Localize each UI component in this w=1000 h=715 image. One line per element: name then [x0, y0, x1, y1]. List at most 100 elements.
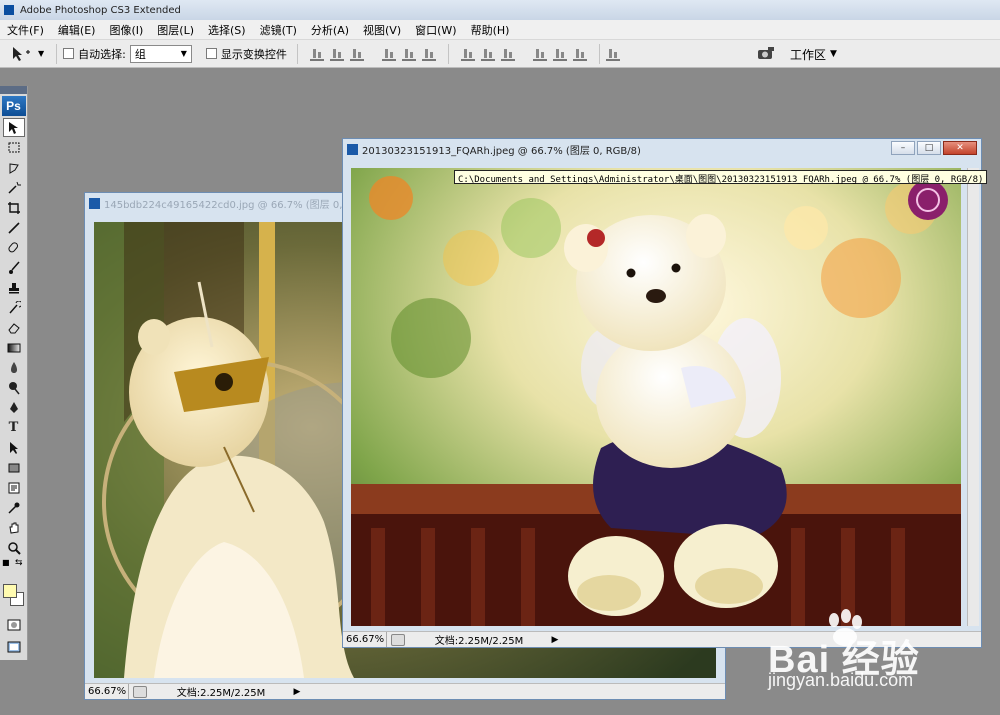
- eyedropper-tool[interactable]: [3, 498, 25, 517]
- zoom-level[interactable]: 66.67%: [343, 632, 387, 647]
- lasso-icon: [9, 162, 19, 174]
- chevron-down-icon: ▼: [180, 49, 187, 58]
- menu-analysis[interactable]: 分析(A): [304, 22, 356, 38]
- options-bar: ▼ 自动选择: 组 ▼ 显示变换控件 工作区 ▼: [0, 40, 1000, 68]
- show-transform-checkbox[interactable]: [205, 48, 217, 59]
- distribute-left-icon[interactable]: [532, 47, 547, 61]
- history-brush-tool[interactable]: [3, 298, 25, 317]
- gradient-tool[interactable]: [3, 338, 25, 357]
- eyedropper-icon: [7, 502, 19, 514]
- options-separator: [598, 43, 600, 64]
- workspace-button[interactable]: 工作区 ▼: [790, 43, 837, 65]
- distribute-bottom-icon[interactable]: [500, 47, 515, 61]
- foreground-color-swatch[interactable]: [3, 584, 17, 598]
- vertical-scrollbar[interactable]: [967, 168, 979, 626]
- align-left-icon[interactable]: [381, 47, 396, 61]
- eraser-icon: [7, 322, 20, 333]
- auto-select-checkbox[interactable]: [63, 48, 75, 59]
- menu-filter[interactable]: 滤镜(T): [253, 22, 304, 38]
- align-bottom-icon[interactable]: [349, 47, 364, 61]
- photoshop-logo[interactable]: Ps: [1, 96, 26, 116]
- zoom-level[interactable]: 66.67%: [85, 684, 129, 699]
- preset-dropdown-arrow-icon[interactable]: ▼: [38, 49, 44, 58]
- history-brush-icon: [8, 300, 21, 313]
- document-title: 20130323151913_FQARh.jpeg @ 66.7% (图层 0,…: [362, 145, 641, 157]
- quick-mask-button[interactable]: [3, 615, 25, 634]
- magic-wand-tool[interactable]: [3, 178, 25, 197]
- status-menu-arrow-icon[interactable]: ▶: [549, 632, 561, 647]
- path-selection-tool[interactable]: [3, 438, 25, 457]
- eraser-tool[interactable]: [3, 318, 25, 337]
- auto-select-value: 组: [134, 47, 146, 61]
- hand-tool[interactable]: [3, 518, 25, 537]
- brush-tool[interactable]: [3, 258, 25, 277]
- align-hcenter-icon[interactable]: [401, 47, 416, 61]
- menu-edit[interactable]: 编辑(E): [51, 22, 103, 38]
- maximize-button[interactable]: □: [917, 141, 941, 155]
- menu-image[interactable]: 图像(I): [102, 22, 150, 38]
- status-options-icon[interactable]: [133, 685, 147, 698]
- menu-view[interactable]: 视图(V): [356, 22, 408, 38]
- menu-file[interactable]: 文件(F): [0, 22, 51, 38]
- app-titlebar: Adobe Photoshop CS3 Extended: [0, 0, 1000, 20]
- gradient-icon: [7, 343, 20, 352]
- crop-tool[interactable]: [3, 198, 25, 217]
- move-tool-preset-button[interactable]: [4, 43, 38, 65]
- path-selection-icon: [9, 441, 18, 454]
- pen-tool[interactable]: [3, 398, 25, 417]
- auto-align-layers-icon[interactable]: [605, 47, 620, 61]
- align-right-icon[interactable]: [421, 47, 436, 61]
- close-button[interactable]: ✕: [943, 141, 977, 155]
- slice-tool[interactable]: [3, 218, 25, 237]
- healing-brush-tool[interactable]: [3, 238, 25, 257]
- document-canvas[interactable]: [351, 168, 961, 626]
- baidu-jingyan-watermark: Bai 经验 jingyan.baidu.com: [760, 608, 980, 708]
- menu-layer[interactable]: 图层(L): [150, 22, 201, 38]
- menubar: 文件(F) 编辑(E) 图像(I) 图层(L) 选择(S) 滤镜(T) 分析(A…: [0, 20, 1000, 40]
- rectangle-shape-icon: [8, 463, 19, 472]
- shape-tool[interactable]: [3, 458, 25, 477]
- status-menu-arrow-icon[interactable]: ▶: [291, 684, 303, 699]
- slice-icon: [7, 221, 20, 234]
- swap-colors-icon[interactable]: ⇆: [15, 558, 23, 568]
- distribute-hcenter-icon[interactable]: [552, 47, 567, 61]
- menu-help[interactable]: 帮助(H): [464, 22, 517, 38]
- crop-icon: [7, 201, 20, 214]
- distribute-right-icon[interactable]: [572, 47, 587, 61]
- dodge-tool[interactable]: [3, 378, 25, 397]
- minimize-button[interactable]: –: [891, 141, 915, 155]
- toolbox-grip[interactable]: [0, 86, 27, 94]
- marquee-tool[interactable]: [3, 138, 25, 157]
- align-vcenter-icon[interactable]: [329, 47, 344, 61]
- menu-select[interactable]: 选择(S): [201, 22, 253, 38]
- zoom-tool[interactable]: [3, 538, 25, 557]
- zoom-icon: [7, 541, 21, 555]
- clone-stamp-tool[interactable]: [3, 278, 25, 297]
- document-size: 文档:2.25M/2.25M: [434, 636, 524, 647]
- menu-window[interactable]: 窗口(W): [408, 22, 463, 38]
- app-title: Adobe Photoshop CS3 Extended: [20, 4, 181, 16]
- type-tool[interactable]: T: [3, 418, 25, 437]
- workspace-label: 工作区: [790, 47, 827, 62]
- notes-tool[interactable]: [3, 478, 25, 497]
- document-icon: [89, 197, 100, 209]
- distribute-vcenter-icon[interactable]: [480, 47, 495, 61]
- lasso-tool[interactable]: [3, 158, 25, 177]
- move-tool[interactable]: [2, 118, 25, 137]
- default-colors-icon[interactable]: ■: [2, 558, 10, 567]
- document-icon: [347, 143, 358, 155]
- clone-stamp-icon: [8, 282, 19, 293]
- document-window-front[interactable]: 20130323151913_FQARh.jpeg @ 66.7% (图层 0,…: [342, 138, 982, 648]
- align-top-icon[interactable]: [309, 47, 324, 61]
- auto-select-dropdown[interactable]: 组 ▼: [129, 44, 192, 63]
- screen-mode-button[interactable]: [3, 637, 25, 656]
- pen-icon: [9, 401, 18, 413]
- marquee-icon: [8, 142, 19, 152]
- bridge-icon[interactable]: [756, 45, 776, 61]
- blur-tool[interactable]: [3, 358, 25, 377]
- show-transform-label: 显示变换控件: [220, 47, 287, 61]
- status-options-icon[interactable]: [391, 633, 405, 646]
- distribute-top-icon[interactable]: [460, 47, 475, 61]
- screen-mode-icon: [7, 641, 21, 652]
- document-titlebar[interactable]: 20130323151913_FQARh.jpeg @ 66.7% (图层 0,…: [343, 139, 981, 159]
